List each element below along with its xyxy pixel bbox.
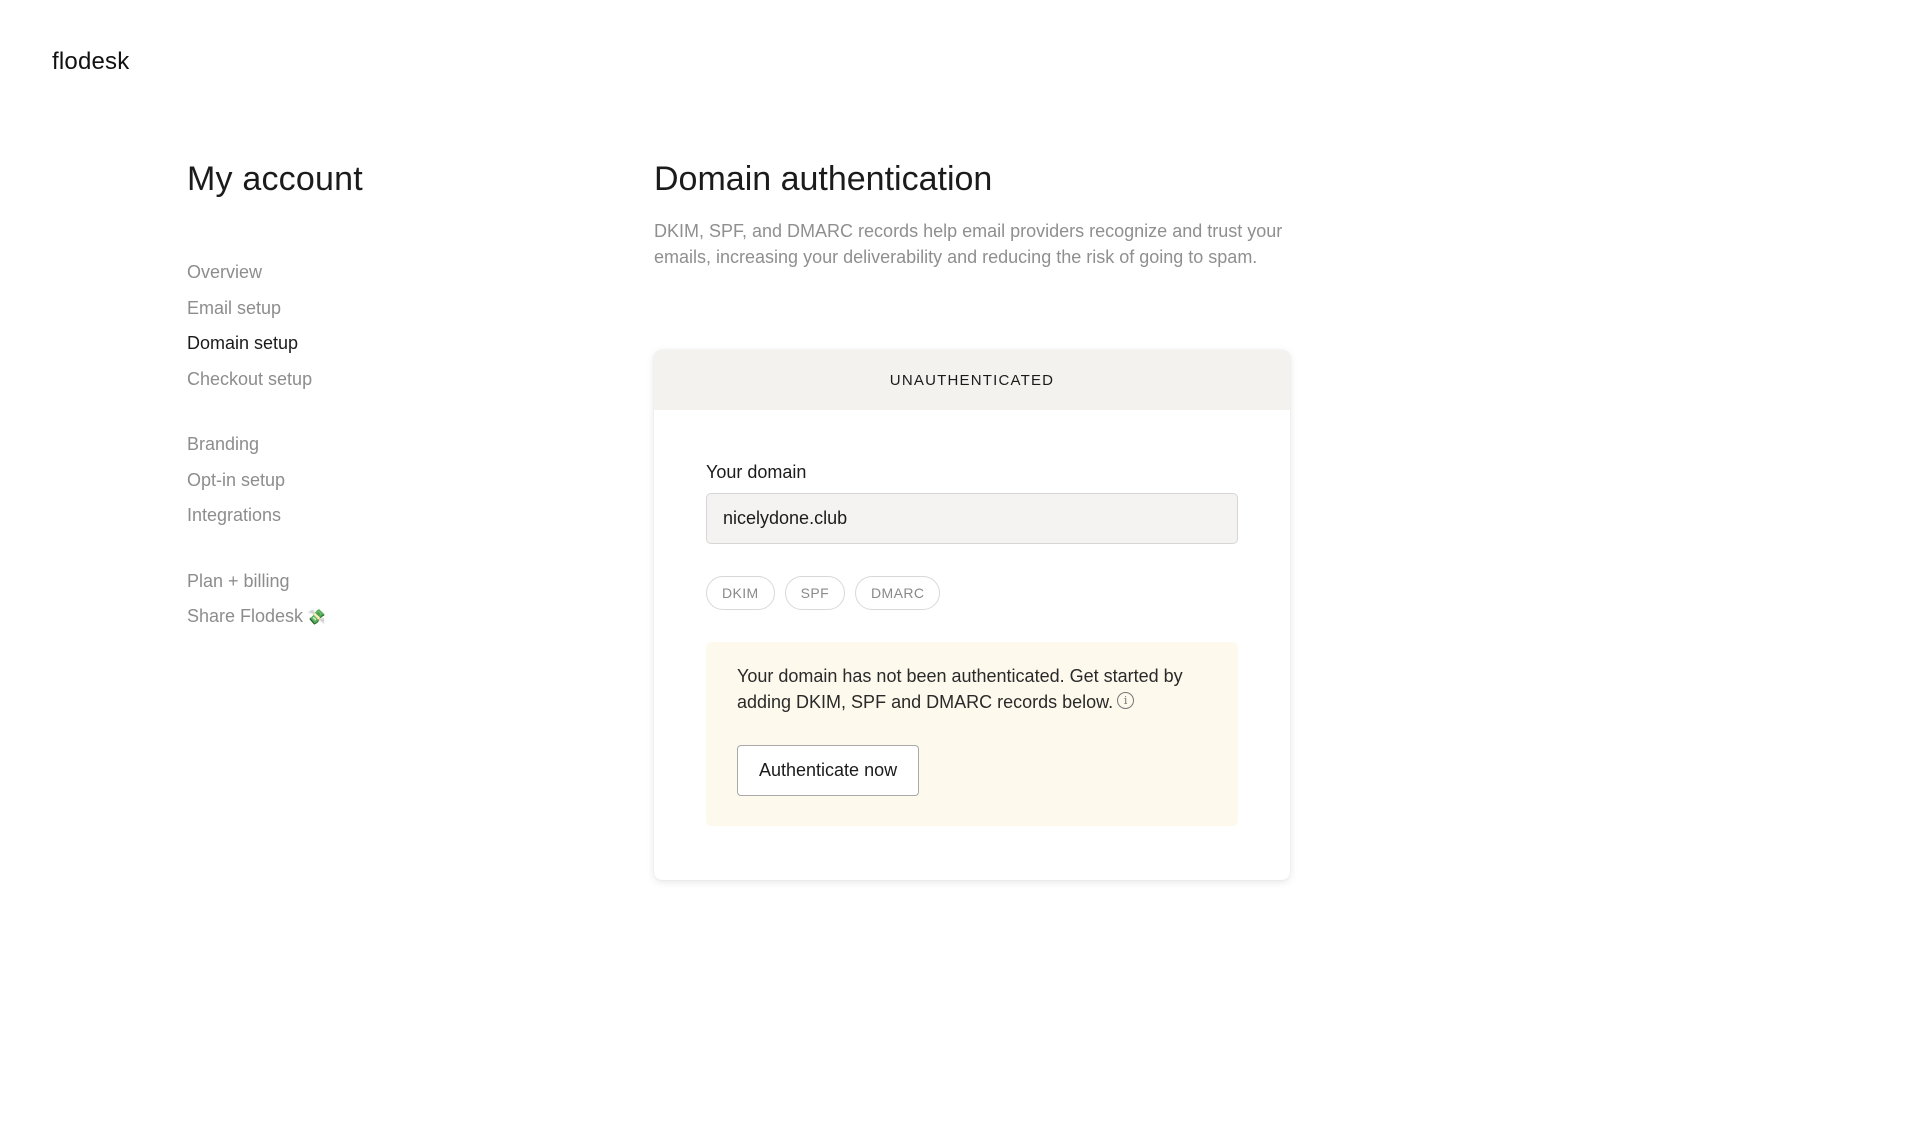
money-wings-icon: 💸 (307, 609, 326, 626)
sidebar-item-checkout-setup[interactable]: Checkout setup (187, 362, 547, 398)
sidebar-item-email-setup[interactable]: Email setup (187, 291, 547, 327)
account-sidebar: My account Overview Email setup Domain s… (187, 160, 547, 636)
nav-group-setup: Overview Email setup Domain setup Checko… (187, 255, 547, 397)
domain-field-label: Your domain (706, 462, 807, 482)
domain-card: UNAUTHENTICATED Your domain DKIM SPF DMA… (654, 350, 1290, 880)
page-title: Domain authentication (654, 160, 993, 198)
card-body: Your domain DKIM SPF DMARC Your domain h… (654, 410, 1290, 826)
notice-text: Your domain has not been authenticated. … (737, 666, 1183, 712)
sidebar-item-plan-billing[interactable]: Plan + billing (187, 564, 547, 600)
nav-group-brand: Branding Opt-in setup Integrations (187, 427, 547, 534)
sidebar-item-share-flodesk[interactable]: Share Flodesk 💸 (187, 599, 547, 636)
info-circle-icon[interactable]: i (1117, 692, 1135, 710)
sidebar-item-domain-setup[interactable]: Domain setup (187, 326, 547, 362)
notice-message: Your domain has not been authenticated. … (737, 664, 1208, 715)
flodesk-logo[interactable]: flodesk (52, 48, 129, 76)
dkim-pill[interactable]: DKIM (706, 576, 775, 610)
record-pills: DKIM SPF DMARC (706, 576, 1238, 610)
page-description: DKIM, SPF, and DMARC records help email … (654, 221, 1283, 267)
sidebar-item-branding[interactable]: Branding (187, 427, 547, 463)
domain-auth-section: Domain authentication DKIM, SPF, and DMA… (654, 160, 1294, 880)
spf-pill[interactable]: SPF (784, 576, 846, 610)
status-badge: UNAUTHENTICATED (654, 350, 1290, 410)
sidebar-title: My account (187, 160, 363, 198)
authenticate-now-button[interactable]: Authenticate now (737, 745, 920, 796)
sidebar-item-integrations[interactable]: Integrations (187, 498, 547, 534)
sidebar-item-overview[interactable]: Overview (187, 255, 547, 291)
dmarc-pill[interactable]: DMARC (855, 576, 941, 610)
sidebar-item-label: Share Flodesk (187, 606, 304, 626)
auth-notice: Your domain has not been authenticated. … (706, 642, 1238, 826)
domain-input[interactable] (706, 493, 1238, 544)
nav-group-account: Plan + billing Share Flodesk 💸 (187, 564, 547, 636)
sidebar-item-opt-in-setup[interactable]: Opt-in setup (187, 463, 547, 499)
